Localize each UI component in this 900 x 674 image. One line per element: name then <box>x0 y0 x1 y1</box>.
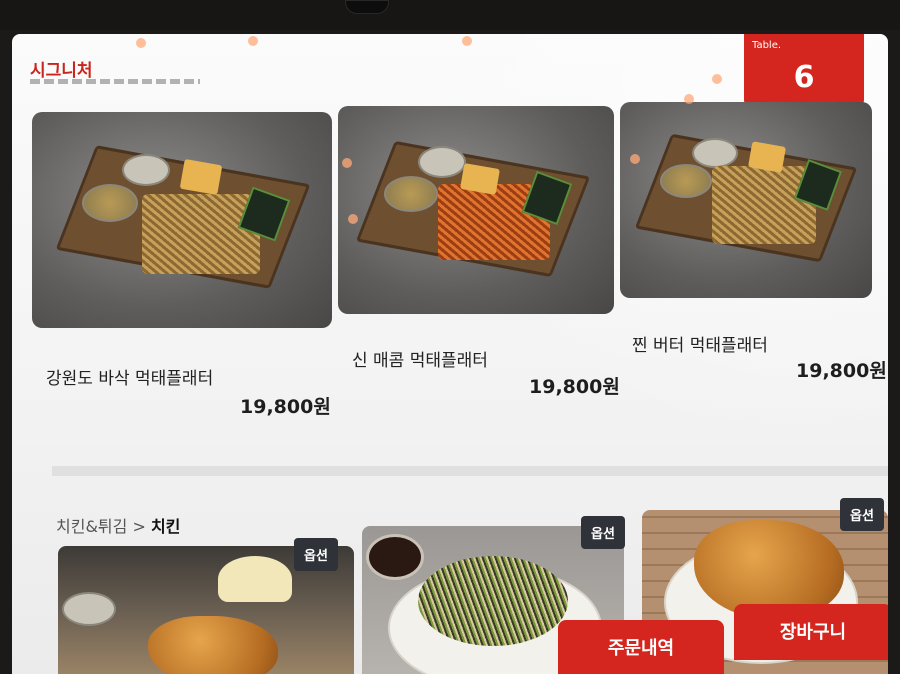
reflection-spot <box>630 154 640 164</box>
pollack-strips <box>142 194 260 274</box>
option-badge: 옵션 <box>840 498 884 531</box>
dip-bowl <box>418 146 466 178</box>
option-badge: 옵션 <box>581 516 625 549</box>
menu-photo[interactable] <box>32 112 332 328</box>
breadcrumb-current: 치킨 <box>150 517 181 536</box>
breadcrumb-separator: > <box>132 517 146 536</box>
dip-bowl <box>692 138 738 168</box>
option-badge: 옵션 <box>294 538 338 571</box>
cheese-sticks <box>179 158 223 196</box>
soy-sauce-bowl <box>366 534 424 580</box>
peanut-bowl <box>660 164 712 198</box>
reflection-spot <box>348 214 358 224</box>
order-history-button[interactable]: 주문내역 <box>558 620 724 674</box>
table-number: 6 <box>793 60 815 95</box>
green-onion-topping <box>418 556 568 646</box>
menu-price: 19,800원 <box>796 360 887 382</box>
scrolled-text-remnant <box>30 79 200 84</box>
reflection-spot <box>136 38 146 48</box>
menu-name: 신 매콤 먹태플래터 <box>352 351 488 371</box>
cart-button[interactable]: 장바구니 <box>734 604 888 660</box>
reflection-spot <box>248 36 258 46</box>
kiosk-screen: 시그니처 Table. 6 강원도 바삭 먹태플래터 19,800원 신 매콤 … <box>12 34 888 674</box>
dip-bowl <box>122 154 170 186</box>
peanut-bowl <box>82 184 138 222</box>
peanut-bowl <box>384 176 438 212</box>
reflection-spot <box>462 36 472 46</box>
section-title: 시그니처 <box>30 61 93 81</box>
reflection-spot <box>712 74 722 84</box>
menu-photo[interactable] <box>620 102 872 298</box>
menu-photo[interactable] <box>338 106 614 314</box>
cheese-powder <box>218 556 292 602</box>
cheese-sticks <box>748 141 786 173</box>
fried-chicken <box>148 616 278 674</box>
camera-notch <box>345 0 389 14</box>
table-badge: Table. 6 <box>744 34 864 106</box>
table-label: Table. <box>752 40 782 51</box>
menu-name: 강원도 바삭 먹태플래터 <box>46 369 214 389</box>
sauce-bowl <box>62 592 116 626</box>
breadcrumb-parent[interactable]: 치킨&튀김 <box>56 517 127 536</box>
menu-price: 19,800원 <box>240 396 331 418</box>
menu-name: 찐 버터 먹태플래터 <box>632 336 768 356</box>
breadcrumb: 치킨&튀김 > 치킨 <box>56 513 180 537</box>
section-divider <box>52 466 888 476</box>
device-bezel <box>0 0 900 30</box>
reflection-spot <box>684 94 694 104</box>
reflection-spot <box>342 158 352 168</box>
menu-price: 19,800원 <box>529 376 620 398</box>
